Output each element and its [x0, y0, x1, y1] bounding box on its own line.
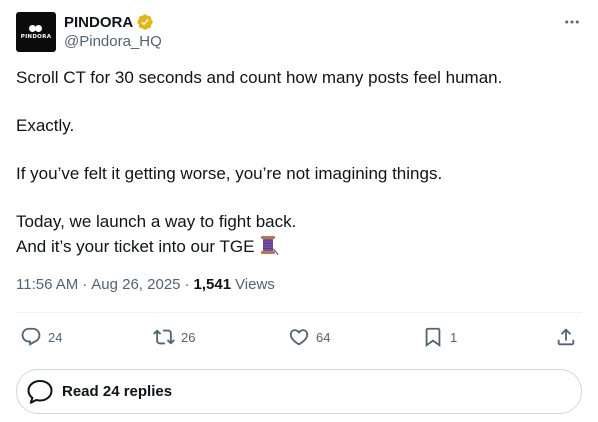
verified-badge-icon[interactable] [136, 13, 154, 31]
post-meta: 11:56 AM · Aug 26, 2025 · 1,541 Views [16, 274, 275, 294]
repost-icon [153, 329, 175, 345]
read-replies-label: Read 24 replies [62, 383, 173, 400]
bookmark-button[interactable]: 1 [422, 325, 457, 349]
thread-spool-icon [257, 234, 279, 263]
views-count: 1,541 [193, 275, 232, 293]
like-button[interactable]: 64 [288, 325, 330, 349]
display-name[interactable]: PINDORA [64, 14, 133, 31]
reply-icon [21, 327, 41, 346]
bookmark-count: 1 [450, 329, 458, 345]
post-line: If you’ve felt it getting worse, you’re … [16, 164, 443, 183]
post: PINDORA PINDORA @Pindora_HQ Scroll CT fo… [0, 0, 598, 422]
post-line: And it’s your ticket into our TGE [16, 237, 255, 256]
post-line: Today, we launch a way to fight back. [16, 212, 297, 231]
reply-count: 24 [48, 329, 63, 345]
avatar-logo-text: PINDORA [20, 33, 52, 40]
name-row: PINDORA [64, 12, 162, 32]
avatar[interactable]: PINDORA [16, 12, 56, 52]
post-text: Scroll CT for 30 seconds and count how m… [16, 66, 582, 263]
bookmark-icon [425, 327, 441, 348]
meta-separator: · [82, 275, 88, 293]
post-line-with-emoji: And it’s your ticket into our TGE [16, 234, 582, 263]
more-options-icon[interactable] [562, 12, 582, 32]
conversation-bubble-icon [27, 379, 53, 404]
views-label: Views [235, 275, 275, 293]
read-replies-button[interactable]: Read 24 replies [16, 369, 582, 414]
post-line: Scroll CT for 30 seconds and count how m… [16, 68, 503, 87]
like-count: 64 [316, 329, 331, 345]
heart-icon [289, 329, 309, 346]
share-button[interactable] [555, 325, 577, 349]
repost-button[interactable]: 26 [153, 325, 195, 349]
repost-count: 26 [181, 329, 196, 345]
post-date[interactable]: Aug 26, 2025 [91, 276, 180, 293]
author-block: PINDORA @Pindora_HQ [64, 12, 162, 51]
action-bar: 24 26 64 1 [16, 313, 582, 361]
handle[interactable]: @Pindora_HQ [64, 33, 162, 50]
pindora-logo-mark [29, 24, 43, 32]
share-icon [557, 328, 575, 346]
post-line: Exactly. [16, 116, 75, 135]
meta-separator: · [184, 275, 190, 293]
reply-button[interactable]: 24 [20, 325, 62, 349]
post-time[interactable]: 11:56 AM [16, 276, 78, 293]
